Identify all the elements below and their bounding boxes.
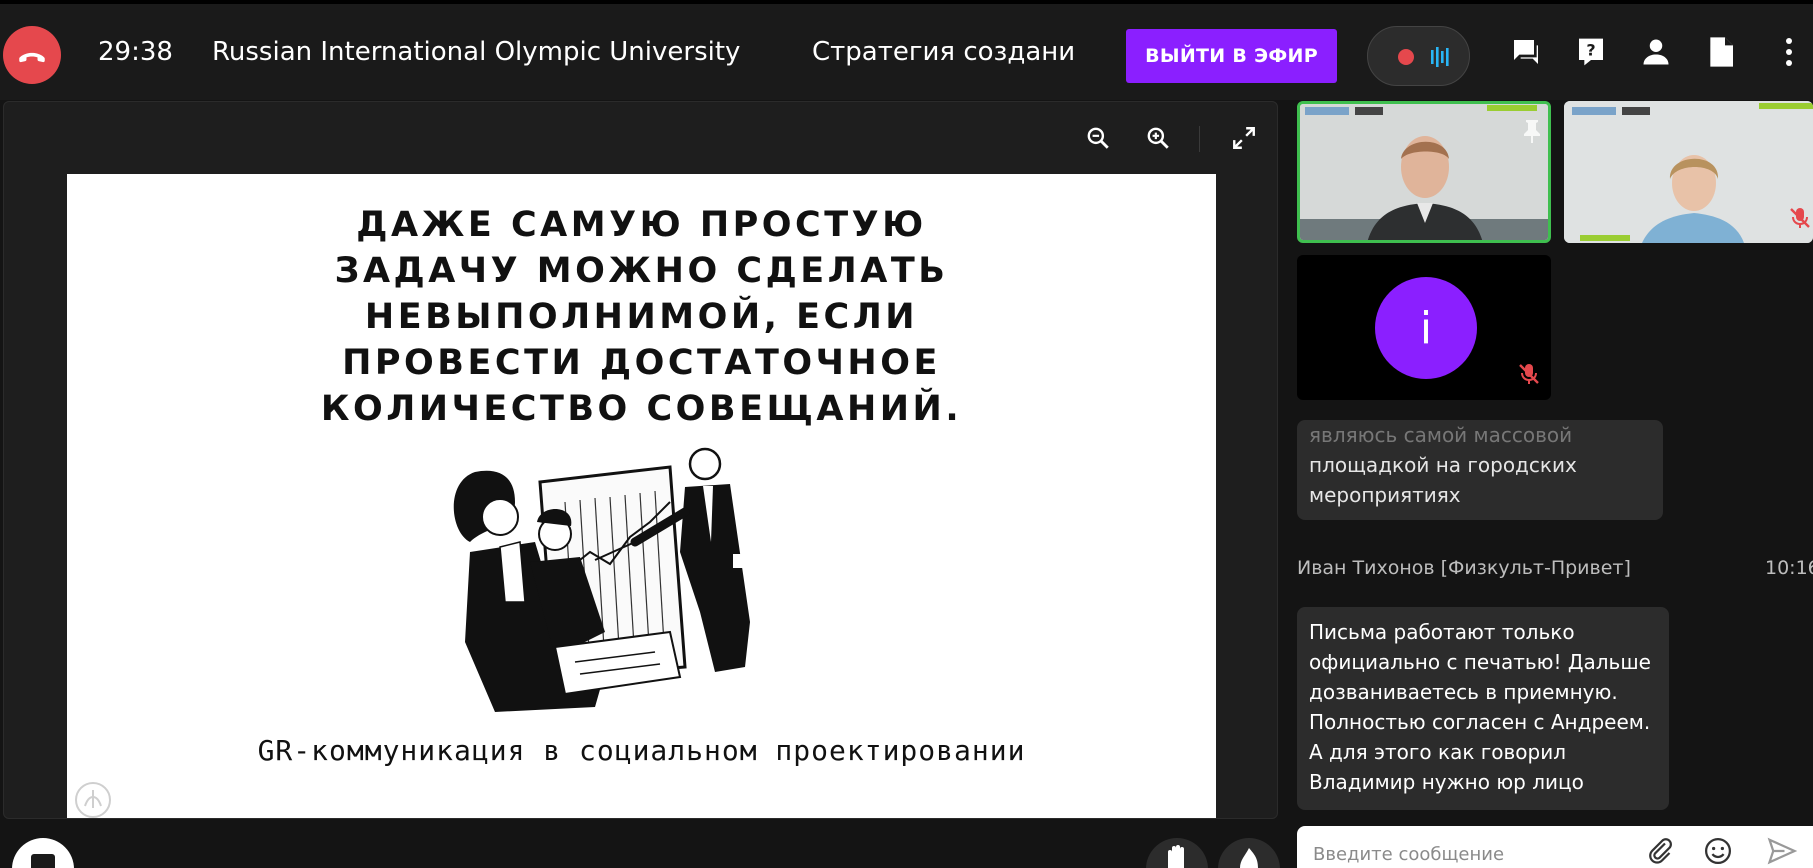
person-icon [1643,39,1669,65]
presentation-panel: ДАЖЕ САМУЮ ПРОСТУЮ ЗАДАЧУ МОЖНО СДЕЛАТЬ … [3,101,1278,819]
slide-headline: ДАЖЕ САМУЮ ПРОСТУЮ ЗАДАЧУ МОЖНО СДЕЛАТЬ … [320,205,963,429]
participant-video [1564,101,1813,243]
zoom-out-button[interactable] [1082,122,1114,154]
chat-message-line: Письма работают только [1309,620,1575,644]
zoom-out-icon [1087,127,1109,149]
participant-video [1300,104,1548,240]
mic-off-icon [1790,208,1810,228]
document-icon [1710,37,1733,67]
chat-icon [1514,40,1538,64]
microphone-button[interactable] [12,838,74,868]
help-button[interactable]: ? [1573,34,1609,70]
files-button[interactable] [1703,34,1739,70]
record-dot-icon [1398,49,1414,65]
chat-message-line: мероприятиях [1309,483,1461,507]
mic-off-icon [1519,364,1539,384]
chat-message-line: являюсь самой массовой [1309,423,1573,447]
video-conference-app: 29:38 Russian International Olympic Univ… [0,0,1813,868]
chat-message-line: площадкой на городских [1309,453,1577,477]
more-vertical-icon [1786,38,1792,66]
help-icon: ? [1579,38,1603,66]
meeting-illustration [453,447,750,712]
chat-message-line: официально с печатью! Дальше [1309,650,1651,674]
university-logo-watermark [75,782,111,818]
toolbar-divider [1199,126,1200,152]
chat-author: Иван Тихонов [Физкульт-Привет] [1297,557,1631,579]
chat-message-input[interactable] [1313,840,1643,868]
top-bar: 29:38 Russian International Olympic Univ… [0,0,1813,100]
hangup-button[interactable] [3,26,61,84]
chat-toggle-button[interactable] [1508,34,1544,70]
chat-timestamp: 10:16 [1765,557,1813,579]
participant-tile-2[interactable] [1564,101,1813,243]
participant-tile-speaker[interactable] [1297,101,1551,243]
zoom-in-button[interactable] [1142,122,1174,154]
conference-title: Russian International Olympic University [212,37,741,67]
presentation-slide: ДАЖЕ САМУЮ ПРОСТУЮ ЗАДАЧУ МОЖНО СДЕЛАТЬ … [67,174,1216,818]
more-options-button[interactable] [1771,34,1807,70]
fullscreen-button[interactable] [1228,122,1260,154]
chat-message: Письма работают только официально с печа… [1297,607,1669,810]
audio-levels-icon [1431,47,1449,67]
call-timer: 29:38 [98,37,173,67]
phone-hangup-icon [19,52,45,63]
zoom-in-icon [1147,127,1169,149]
attach-icon[interactable] [1645,836,1675,866]
participant-tile-3[interactable]: i [1297,255,1551,400]
presentation-toolbar [4,102,1277,172]
hand-icon [1168,845,1184,868]
chat-message: являюсь самой массовой площадкой на горо… [1297,420,1663,520]
chat-message-line: Владимир нужно юр лицо [1309,770,1584,794]
chat-message-line: А для этого как говорил [1309,740,1567,764]
slide-caption: GR-коммуникация в социальном проектирова… [257,734,1026,767]
flame-icon [1240,848,1258,868]
chat-message-line: Полностью согласен с Андреем. [1309,710,1651,734]
fullscreen-icon [1233,127,1255,149]
svg-text:?: ? [1586,40,1595,59]
go-live-button[interactable]: ВЫЙТИ В ЭФИР [1126,29,1337,83]
emoji-icon[interactable] [1703,836,1733,866]
conference-topic: Стратегия создани [812,37,1076,67]
participants-button[interactable] [1638,34,1674,70]
pin-icon[interactable] [1522,118,1542,144]
chat-message-line: дозваниваетесь в приемную. [1309,680,1618,704]
avatar: i [1375,277,1477,379]
reaction-button[interactable] [1218,838,1280,868]
chat-input-bar [1297,826,1813,868]
send-icon[interactable] [1767,836,1797,866]
raise-hand-button[interactable] [1146,838,1208,868]
recording-control[interactable] [1367,26,1470,86]
